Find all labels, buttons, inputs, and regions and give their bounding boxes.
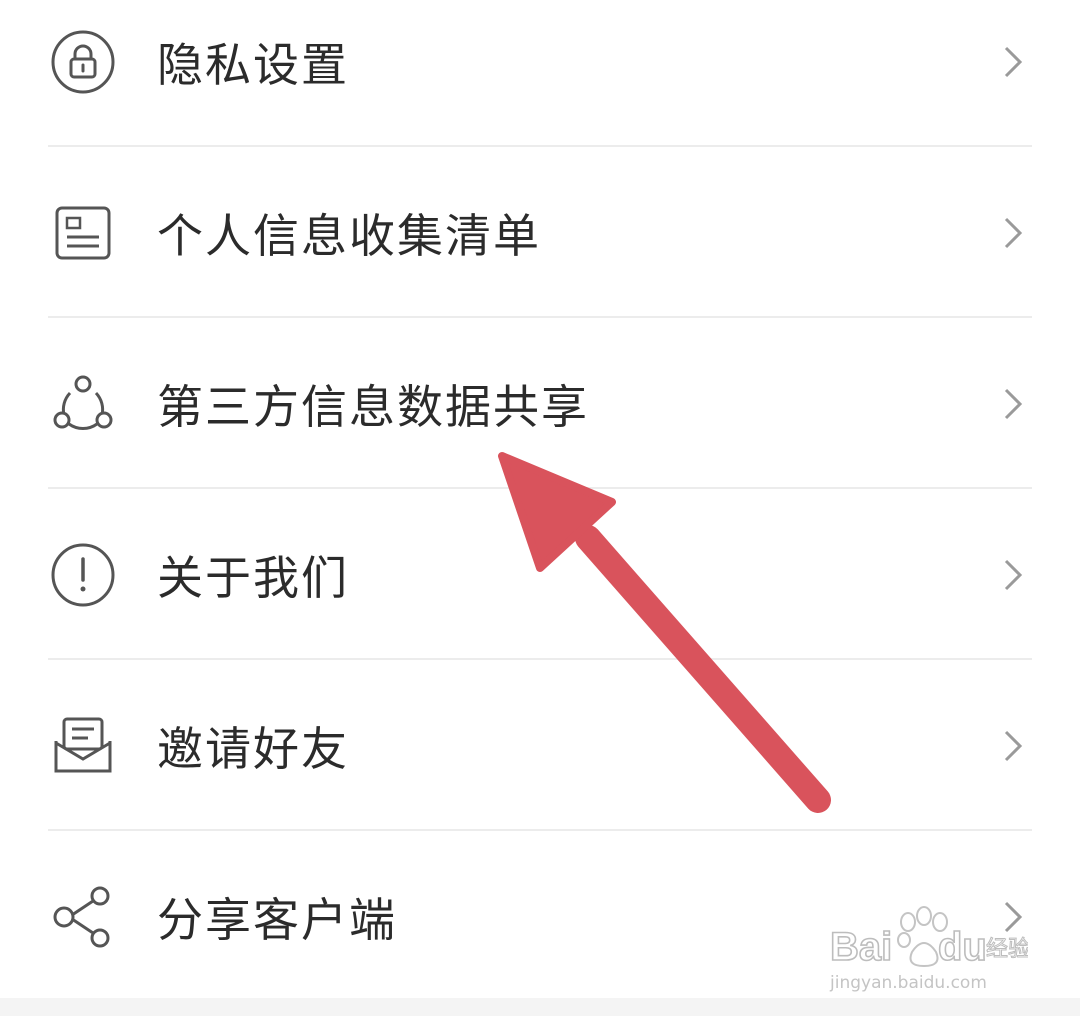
bottom-bar [0,998,1080,1016]
chevron-right-icon [998,42,1028,82]
menu-item-label: 隐私设置 [157,37,349,92]
menu-item-about-us[interactable]: 关于我们 [0,489,1080,660]
chevron-right-icon [998,897,1028,937]
document-list-icon [50,200,116,266]
menu-item-label: 邀请好友 [157,721,349,776]
chevron-right-icon [998,384,1028,424]
info-exclamation-icon [50,542,116,608]
menu-item-label: 第三方信息数据共享 [157,379,589,434]
envelope-icon [50,713,116,779]
menu-item-label: 分享客户端 [157,892,397,947]
chevron-right-icon [998,213,1028,253]
menu-item-personal-info-list[interactable]: 个人信息收集清单 [0,147,1080,318]
menu-item-privacy-settings[interactable]: 隐私设置 [0,0,1080,147]
chevron-right-icon [998,726,1028,766]
share-network-icon [50,371,116,437]
lock-icon [50,29,116,95]
share-icon [50,884,116,950]
menu-item-label: 个人信息收集清单 [157,208,541,263]
chevron-right-icon [998,555,1028,595]
menu-item-invite-friends[interactable]: 邀请好友 [0,660,1080,831]
menu-item-share-client[interactable]: 分享客户端 [0,831,1080,1002]
menu-item-label: 关于我们 [157,550,349,605]
menu-item-third-party-data-sharing[interactable]: 第三方信息数据共享 [0,318,1080,489]
